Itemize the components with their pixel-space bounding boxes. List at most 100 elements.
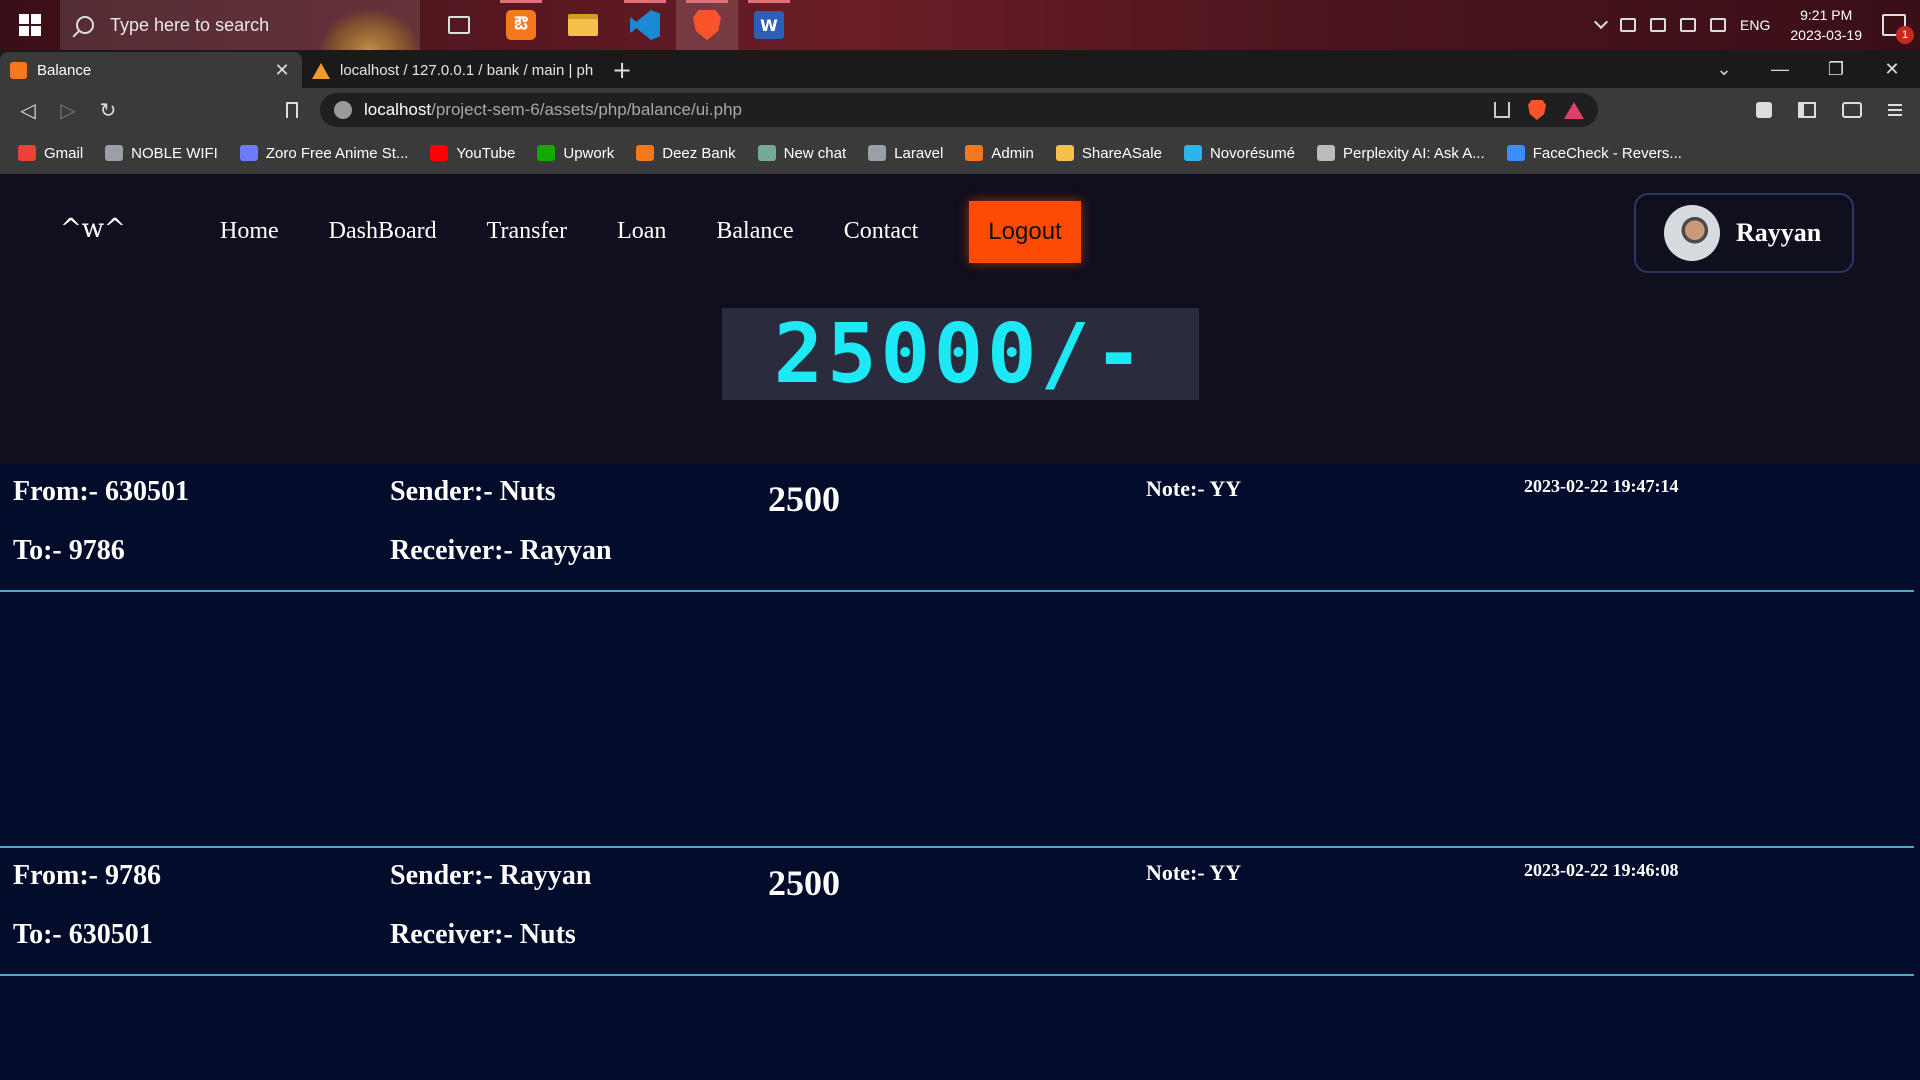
meet-now-icon[interactable] [1650,18,1667,32]
page-header: ^w^ Home DashBoard Transfer Loan Balance… [0,174,1920,464]
user-profile-card[interactable]: Rayyan [1634,193,1854,273]
search-highlight-image [320,10,420,50]
bookmarks-bar: Gmail NOBLE WIFI Zoro Free Anime St... YouT… [0,132,1920,174]
sidebar-toggle-icon[interactable] [1798,102,1816,118]
bookmark-favicon-icon [965,145,984,161]
phpmyadmin-favicon-icon [312,62,330,79]
transaction-receiver: Receiver:- Nuts [390,919,576,950]
bookmark-item[interactable]: Upwork [537,145,614,162]
volume-icon[interactable] [1710,18,1727,32]
reload-button[interactable]: ↻ [88,88,128,132]
transaction-sender: Sender:- Rayyan [390,860,592,891]
bookmark-item[interactable]: NOBLE WIFI [105,145,218,162]
site-info-icon[interactable] [334,101,352,119]
bookmark-item[interactable]: Perplexity AI: Ask A... [1316,144,1485,162]
taskbar-file-explorer[interactable] [552,0,614,50]
restore-button[interactable]: ❐ [1808,59,1864,80]
nav-contact[interactable]: Contact [844,218,919,245]
chevron-up-icon[interactable] [1593,14,1609,30]
clock-date: 2023-03-19 [1790,27,1862,43]
nav-transfer[interactable]: Transfer [487,218,567,245]
clock-time: 9:21 PM [1800,7,1853,23]
bookmark-label: Novorésumé [1209,144,1295,162]
task-view-icon [448,16,470,34]
bookmark-label: Perplexity AI: Ask A... [1342,144,1485,162]
transaction-row: From:- 630501 To:- 9786 Sender:- Nuts Re… [0,464,1914,592]
tab-balance[interactable]: Balance ✕ [0,52,302,88]
taskbar-brave[interactable] [676,0,738,50]
bookmark-item[interactable]: Novorésumé [1183,144,1295,162]
nav-balance[interactable]: Balance [716,218,793,245]
logout-button[interactable]: Logout [969,201,1081,263]
bookmark-item[interactable]: FaceCheck - Revers... [1506,145,1682,162]
bookmark-favicon-icon [868,145,887,161]
battery-icon[interactable] [1680,18,1697,32]
notification-badge: 1 [1896,26,1914,44]
bookmark-item[interactable]: ShareASale [1055,144,1162,162]
bookmark-favicon-icon [430,145,449,161]
bookmark-label: Gmail [44,144,84,162]
menu-icon[interactable] [1888,104,1902,116]
start-button[interactable] [0,0,60,50]
close-tab-icon[interactable]: ✕ [272,60,292,81]
forward-button[interactable]: ▷ [48,88,88,132]
close-window-button[interactable]: ✕ [1864,59,1920,80]
taskbar-word[interactable]: W [738,0,800,50]
taskbar-apps: ఔ W [428,0,800,50]
bookmark-item[interactable]: Zoro Free Anime St... [239,144,409,162]
transaction-note: Note:- YY [1146,860,1242,885]
share-icon[interactable] [1494,102,1510,118]
tab-search-chevron-icon[interactable]: ⌄ [1696,59,1752,80]
avatar [1664,205,1720,261]
back-button[interactable]: ◁ [8,88,48,132]
notification-center-icon[interactable]: 1 [1882,14,1914,44]
nav-loan[interactable]: Loan [617,218,666,245]
brave-rewards-icon[interactable] [1564,101,1584,119]
word-icon: W [754,11,784,39]
bookmark-label: New chat [783,144,847,162]
bookmark-item[interactable]: Gmail [18,145,83,162]
bookmark-item[interactable]: New chat [757,144,847,162]
wallet-icon[interactable] [1842,102,1862,118]
extensions-icon[interactable] [1756,102,1772,118]
bookmark-favicon-icon [18,145,36,161]
bookmark-label: ShareASale [1081,144,1162,162]
bookmark-label: Zoro Free Anime St... [265,144,409,162]
network-icon[interactable] [1620,18,1637,32]
bookmark-favicon-icon [636,145,655,161]
nav-home[interactable]: Home [220,218,279,245]
xampp-icon: ఔ [506,10,536,40]
language-indicator[interactable]: ENG [1740,17,1770,33]
bookmark-label: Admin [991,144,1034,162]
brave-icon [693,10,721,40]
new-tab-button[interactable]: + [604,52,640,88]
bookmark-favicon-icon [239,145,258,161]
nav-dashboard[interactable]: DashBoard [329,218,437,245]
site-logo[interactable]: ^w^ [60,214,126,244]
address-bar[interactable]: localhost/project-sem-6/assets/php/balan… [320,93,1598,127]
bookmark-favicon-icon [537,145,556,161]
balance-amount: 25000/- [773,306,1148,402]
taskbar-task-view[interactable] [428,0,490,50]
tab-phpmyadmin[interactable]: localhost / 127.0.0.1 / bank / main | ph [302,52,604,88]
bookmark-favicon-icon [1055,145,1074,161]
xampp-favicon-icon [10,61,27,79]
bookmark-label: NOBLE WIFI [131,144,218,162]
clock[interactable]: 9:21 PM 2023-03-19 [1790,5,1862,45]
bookmark-favicon-icon [757,145,776,161]
bookmark-item[interactable]: Deez Bank [636,145,736,162]
taskbar-vscode[interactable] [614,0,676,50]
bookmark-favicon-icon [1316,145,1335,161]
bookmark-item[interactable]: Laravel [868,145,943,162]
folder-icon [568,14,598,36]
minimize-button[interactable]: — [1752,59,1808,80]
transaction-datetime: 2023-02-22 19:47:14 [1524,476,1679,496]
bookmark-item[interactable]: YouTube [430,145,515,162]
taskbar-xampp[interactable]: ఔ [490,0,552,50]
bookmark-item[interactable]: Admin [965,145,1034,162]
brave-shields-icon[interactable] [1528,100,1546,120]
bookmark-page-button[interactable] [272,88,312,132]
taskbar-search-box[interactable]: Type here to search [60,0,420,50]
windows-logo-icon [19,14,41,36]
window-controls: ⌄ — ❐ ✕ [1696,50,1920,88]
